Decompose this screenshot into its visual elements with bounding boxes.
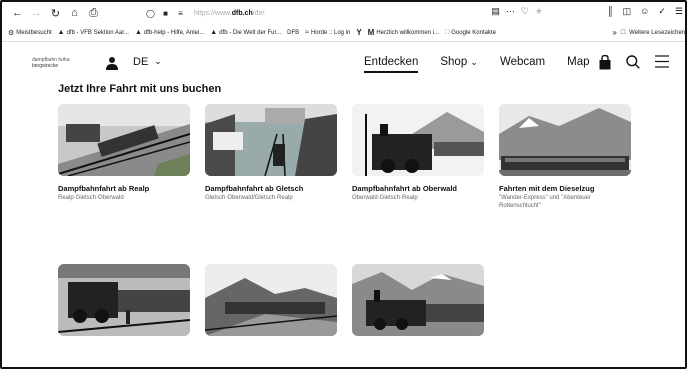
browser-tools: ║ ◫ ☺ ✓ ☰ <box>607 6 683 17</box>
permissions-icon[interactable]: ≡ <box>173 9 188 18</box>
train-photo[interactable] <box>499 104 631 176</box>
reader-view-icon[interactable]: ▤ <box>491 6 500 17</box>
train-photo[interactable] <box>58 264 190 336</box>
header-icons <box>599 55 669 70</box>
bookmark-item[interactable]: ▲ dfb - Die Welt der Fur... <box>210 29 281 36</box>
shopping-bag-icon[interactable] <box>599 55 611 70</box>
bookmark-item[interactable]: Y <box>356 28 361 37</box>
page-icon: □ <box>445 29 450 36</box>
shield-icon[interactable]: ◯ <box>143 9 158 18</box>
more-actions-icon[interactable]: ⋯ <box>506 6 515 17</box>
lock-icon[interactable]: ■ <box>158 9 173 18</box>
train-photo-graphic <box>58 264 190 336</box>
page-actions: ▤ ⋯ ♡ ★ <box>491 6 543 17</box>
account-icon[interactable]: ☺ <box>640 6 649 17</box>
trip-card-gletsch[interactable]: Dampfbahnfahrt ab Gletsch Gletsch·Oberwa… <box>205 104 337 203</box>
more-bookmarks[interactable]: » □ Weitere Lesezeichen <box>612 28 685 37</box>
train-photo[interactable] <box>205 264 337 336</box>
card-subtitle: Realp·Gletsch·Oberwald <box>58 195 124 201</box>
y-icon: Y <box>356 28 362 37</box>
dfb-icon: ▲ <box>134 29 142 36</box>
train-photo[interactable] <box>352 264 484 336</box>
home-icon[interactable]: ⌂ <box>67 7 82 19</box>
horde-icon: ≈ <box>305 29 309 36</box>
extension-icon[interactable]: ✓ <box>658 6 666 17</box>
bookmark-item[interactable]: M Herzlich willkommen i... <box>368 28 439 37</box>
main-navigation: Entdecken Shop ⌄ Webcam Map <box>364 56 612 73</box>
card-subtitle: Oberwald·Gletsch·Realp <box>352 195 418 201</box>
bookmarks-bar: ⚙ Meistbesucht ▲ dfb - VFB Sektion Aar... … <box>2 24 685 42</box>
train-photo[interactable] <box>205 104 337 176</box>
train-photo[interactable] <box>58 104 190 176</box>
site-header: dampfbahn furka bergstrecke DE ⌄ Entdeck… <box>2 42 685 86</box>
url-bar[interactable]: ◯ ■ ≡ https://www. dfb.ch/de/ ▤ ⋯ ♡ ★ <box>143 5 543 21</box>
print-icon[interactable]: ⎙ <box>86 7 101 20</box>
browser-toolbar: ← → ↻ ⌂ ⎙ ◯ ■ ≡ https://www. dfb.ch/de/ ▤… <box>2 2 685 24</box>
bookmark-item[interactable]: ⚙ Meistbesucht <box>8 29 52 37</box>
bookmark-item[interactable]: □ Google Kontakte <box>445 29 496 36</box>
chevron-down-icon: ⌄ <box>470 57 478 67</box>
user-icon[interactable] <box>106 56 118 70</box>
url-prefix: https://www. <box>194 9 232 17</box>
menu-icon[interactable]: ☰ <box>675 6 683 17</box>
bookmark-star-icon[interactable]: ★ <box>535 6 543 17</box>
card-subtitle: Gletsch·Oberwald/Gletsch·Realp <box>205 195 293 201</box>
train-photo-graphic <box>58 104 190 176</box>
back-icon[interactable]: ← <box>10 7 25 19</box>
folder-icon: □ <box>620 29 626 36</box>
m-icon: M <box>367 28 375 37</box>
section-title: Jetzt Ihre Fahrt mit uns buchen <box>58 83 222 95</box>
bookmark-item[interactable]: ▲ dfb-help - Hilfe, Anlei... <box>135 29 204 36</box>
card-title: Fahrten mit dem Dieselzug <box>499 184 595 193</box>
hamburger-menu-icon[interactable] <box>655 55 669 68</box>
bookmark-item[interactable]: ≈ Horde :: Log in <box>305 29 350 36</box>
dfb-icon: ▲ <box>210 29 218 36</box>
nav-item-webcam[interactable]: Webcam <box>500 56 545 68</box>
navigation-controls: ← → ↻ ⌂ ⎙ <box>2 7 142 20</box>
train-photo-graphic <box>352 104 484 176</box>
train-photo-graphic <box>352 264 484 336</box>
language-selector[interactable]: DE ⌄ <box>133 56 162 68</box>
nav-item-entdecken[interactable]: Entdecken <box>364 56 419 73</box>
train-photo[interactable] <box>352 104 484 176</box>
card-title: Dampfbahnfahrt ab Realp <box>58 184 150 193</box>
trip-card[interactable] <box>205 264 337 336</box>
bookmark-item[interactable]: DFB <box>287 30 299 36</box>
train-photo-graphic <box>205 264 337 336</box>
reload-icon[interactable]: ↻ <box>48 7 63 20</box>
trip-card-realp[interactable]: Dampfbahnfahrt ab Realp Realp·Gletsch·Ob… <box>58 104 190 203</box>
trip-card[interactable] <box>352 264 484 336</box>
forward-icon[interactable]: → <box>29 7 44 19</box>
nav-item-map[interactable]: Map <box>567 56 589 68</box>
language-label: DE <box>133 56 149 68</box>
url-domain: dfb.ch <box>231 9 253 17</box>
trip-card-oberwald[interactable]: Dampfbahnfahrt ab Oberwald Oberwald·Glet… <box>352 104 484 203</box>
gear-icon: ⚙ <box>8 29 15 37</box>
card-title: Dampfbahnfahrt ab Gletsch <box>205 184 304 193</box>
url-path: /de/ <box>252 9 265 17</box>
nav-item-shop[interactable]: Shop ⌄ <box>440 56 478 68</box>
library-icon[interactable]: ║ <box>607 6 613 17</box>
train-photo-graphic <box>205 104 337 176</box>
trip-card-dieselzug[interactable]: Fahrten mit dem Dieselzug "Wander-Expres… <box>499 104 631 210</box>
logo-line2: bergstrecke <box>32 63 59 69</box>
dfb-icon: ▲ <box>57 29 65 36</box>
train-photo-graphic <box>499 104 631 176</box>
card-subtitle: "Wander-Express" und "Abenteuer Rottensc… <box>499 195 591 209</box>
search-icon[interactable] <box>626 55 640 69</box>
chevron-down-icon: ⌄ <box>154 56 162 66</box>
site-logo[interactable]: dampfbahn furka bergstrecke <box>32 57 80 73</box>
overflow-chevron-icon[interactable]: » <box>612 28 616 37</box>
trip-card[interactable] <box>58 264 190 336</box>
browser-window: ← → ↻ ⌂ ⎙ ◯ ■ ≡ https://www. dfb.ch/de/ ▤… <box>0 0 687 369</box>
card-title: Dampfbahnfahrt ab Oberwald <box>352 184 458 193</box>
pocket-icon[interactable]: ♡ <box>521 6 529 17</box>
sidebar-icon[interactable]: ◫ <box>623 6 632 17</box>
bookmark-item[interactable]: ▲ dfb - VFB Sektion Aar... <box>58 29 129 36</box>
